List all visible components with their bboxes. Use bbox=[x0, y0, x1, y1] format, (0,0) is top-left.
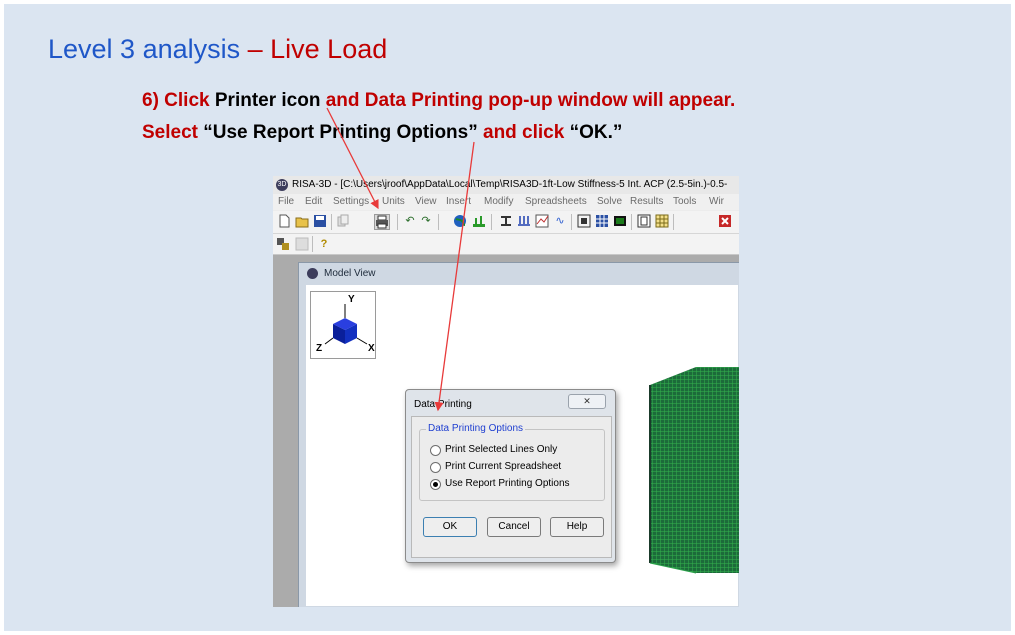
annotation-arrows bbox=[326, 107, 475, 412]
arrow-to-printer bbox=[326, 107, 379, 210]
arrow-to-option bbox=[434, 141, 475, 412]
